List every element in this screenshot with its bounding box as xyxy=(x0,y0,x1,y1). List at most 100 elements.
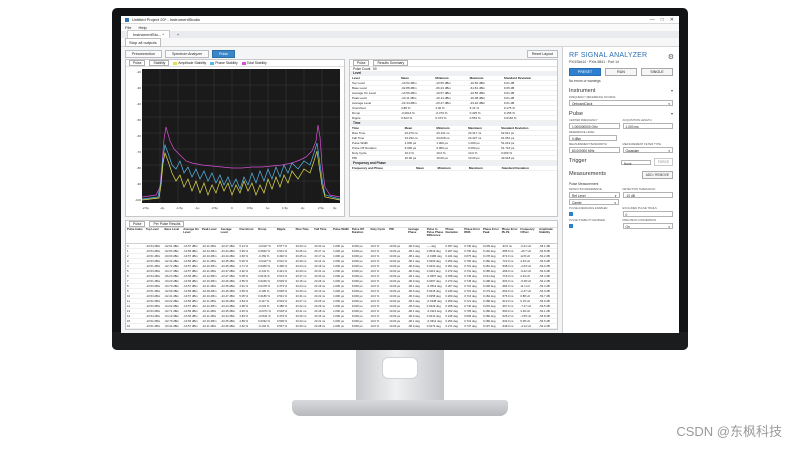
table-row[interactable]: 14 -10.54 dBm -64.12 dBm -10.56 dBm -10.11 d… xyxy=(126,313,557,319)
add-tab-icon[interactable]: + xyxy=(172,31,184,38)
pulse-stability-checkbox[interactable] xyxy=(569,224,573,228)
detection-threshold-input[interactable]: -10 dB xyxy=(622,192,673,198)
column-header[interactable]: Average On Level xyxy=(182,228,201,244)
status-text: No errors or warnings xyxy=(569,79,601,83)
table-cell: 8.02 Hz xyxy=(519,328,539,329)
column-header[interactable]: Top Level xyxy=(144,228,164,244)
acquisition-length-input[interactable]: 1.000 ms xyxy=(622,123,673,129)
stability-plot[interactable] xyxy=(142,69,340,203)
column-header[interactable]: Duty Cycle xyxy=(369,228,389,244)
table-row[interactable]: 5 -10.53 dBm -64.17 dBm -10.57 dBm -10.11 dB… xyxy=(126,268,557,274)
pulse-controls: Pulse Per Pulse Results xyxy=(126,221,557,228)
preset-button[interactable]: PRESET xyxy=(569,68,601,76)
column-header[interactable]: Pulse Off Duration xyxy=(350,228,370,244)
column-header[interactable]: Amplitude Stability xyxy=(538,228,557,244)
y-tick-label: -70 xyxy=(136,150,141,154)
column-header[interactable]: Frequency Offset xyxy=(519,228,539,244)
legend-phase-stability[interactable]: Phase Stability xyxy=(210,61,238,65)
minimize-icon[interactable]: — xyxy=(650,17,655,23)
field-label: Acquisition Length xyxy=(622,119,652,122)
table-row[interactable]: PRI 10.00 μs 10.00 μs 10.00 μs 43.018 ps xyxy=(350,155,557,162)
column-header[interactable]: Average Level xyxy=(219,228,239,244)
chevron-down-icon[interactable]: ▾ xyxy=(671,88,673,94)
column-header[interactable]: Pulse Index xyxy=(126,228,145,244)
y-tick-label: -90 xyxy=(136,182,141,186)
column-header[interactable]: Phase Error Pk-Pk xyxy=(500,228,520,244)
column-header[interactable]: Phase Error RMS xyxy=(463,228,482,244)
run-button[interactable]: RUN xyxy=(605,68,637,76)
results-summary-select[interactable]: Results Summary xyxy=(373,60,409,66)
column-header[interactable]: Phase Error Peak xyxy=(481,228,501,244)
table-row[interactable]: 2 -10.51 dBm -63.00 dBm -10.57 dBm -10.10 dB… xyxy=(126,253,557,259)
table-row[interactable]: 4 -10.51 dBm -62.72 dBm -10.57 dBm -10.10 dB… xyxy=(126,263,557,269)
table-row[interactable]: 9 -10.51 dBm -62.69 dBm -10.56 dBm -10.09 dB… xyxy=(126,288,557,294)
maximize-icon[interactable]: □ xyxy=(661,17,664,23)
column-header[interactable]: Fall Time xyxy=(313,228,333,244)
force-trigger-button[interactable]: FORCE xyxy=(653,158,673,166)
trigger-select[interactable]: None xyxy=(620,159,651,166)
column-header[interactable]: Ripple xyxy=(275,228,295,244)
table-row[interactable]: 0 -10.54 dBm -62.61 dBm -10.57 dBm -10.11 dB… xyxy=(126,243,557,249)
table-cell: 10.00 μs xyxy=(388,328,408,329)
pulse-trace-select[interactable]: Pulse xyxy=(129,221,146,227)
column-header: Frequency and Phase xyxy=(350,165,415,171)
column-header[interactable]: Rise Time xyxy=(294,228,314,244)
detection-reference-select[interactable]: Ref Level ▾ xyxy=(569,192,620,198)
column-header[interactable]: Pulse Width xyxy=(332,228,351,244)
legend-amplitude-stability[interactable]: Amplitude Stability xyxy=(173,61,206,65)
tab-preconnection[interactable]: Preconnection xyxy=(125,50,162,58)
table-row[interactable]: 12 -10.53 dBm -64.02 dBm -10.57 dBm -10.12 d… xyxy=(126,303,557,309)
table-row[interactable]: 17-10.54 dBm-62.98 dBm-10.56 dBm-10.12 d… xyxy=(126,328,557,329)
table-row[interactable]: 11 -10.52 dBm -63.22 dBm -10.56 dBm -10.11 d… xyxy=(126,298,557,304)
pulse-results-select[interactable]: Per Pulse Results xyxy=(149,221,185,227)
table-row[interactable]: 3 -10.53 dBm -62.44 dBm -10.56 dBm -10.11 dB… xyxy=(126,258,557,264)
instrument-section-header[interactable]: Instrument ▾ xyxy=(563,83,679,94)
field-value: 1.000 ms xyxy=(625,125,639,129)
graph-trace-select[interactable]: Pulse xyxy=(129,60,146,66)
gear-icon[interactable]: ⚙ xyxy=(668,53,674,61)
results-trace-select[interactable]: Pulse xyxy=(353,60,370,66)
measurement-bandwidth-input[interactable]: 80.000000 MHz xyxy=(569,147,620,153)
reset-layout-button[interactable]: Reset Layout xyxy=(526,50,558,58)
field-label: Pulse Averaging Enabled xyxy=(569,207,608,210)
single-button[interactable]: SINGLE xyxy=(641,68,673,76)
tab-spectrum-analyzer[interactable]: Spectrum Analyzer xyxy=(164,50,210,58)
graph-stability-select[interactable]: Stability xyxy=(149,60,170,66)
table-cell: -10.56 dBm xyxy=(182,328,201,329)
pulse-section-header[interactable]: Pulse ▾ xyxy=(563,106,679,117)
pulse-averaging-checkbox[interactable] xyxy=(569,212,573,216)
table-cell: PRI xyxy=(350,155,403,162)
add-remove-button[interactable]: ADD / REMOVE xyxy=(641,171,673,179)
field-value: Ref Level xyxy=(572,194,586,198)
column-header[interactable]: PRI xyxy=(388,228,408,244)
table-cell: 23.19 ns xyxy=(294,328,314,329)
table-row[interactable]: 1 -10.54 dBm -62.83 dBm -10.56 dBm -10.12 dB… xyxy=(126,248,557,254)
measurements-section-header[interactable]: Measurements ADD / REMOVE xyxy=(563,166,679,179)
column-header[interactable]: Phase Deviation xyxy=(444,228,464,244)
table-row[interactable]: 10 -10.54 dBm -62.41 dBm -10.57 dBm -10.10 d… xyxy=(126,293,557,299)
table-row[interactable]: 15 -10.52 dBm -62.79 dBm -10.56 dBm -10.10 d… xyxy=(126,318,557,324)
table-row[interactable]: Ripple 0.523 % 0.473 % 0.551 % 0.0152 % xyxy=(350,115,557,122)
table-row[interactable]: 6 -10.54 dBm -66.23 dBm -10.56 dBm -10.12 dB… xyxy=(126,273,557,279)
column-header[interactable]: Overshoot xyxy=(238,228,258,244)
precision-conversion-select[interactable]: On ▾ xyxy=(622,223,673,229)
trigger-section-header[interactable]: Trigger None FORCE xyxy=(563,153,679,166)
column-header[interactable]: Base Level xyxy=(163,228,183,244)
table-row[interactable]: 7 -10.51 dBm -63.20 dBm -10.56 dBm -10.10 dB… xyxy=(126,278,557,284)
y-tick-label: -100 xyxy=(134,198,141,202)
table-row[interactable]: 13 -10.53 dBm -62.71 dBm -10.56 dBm -10.11 d… xyxy=(126,308,557,314)
pulse-header-row: Pulse Index Top Level Base Level Average On… xyxy=(126,228,557,244)
stop-all-outputs-button[interactable]: Stop all outputs xyxy=(125,37,161,47)
column-header[interactable]: Average Phase xyxy=(407,228,426,244)
filter-type-select[interactable]: Gaussian ▾ xyxy=(622,147,673,153)
table-row[interactable]: 8 -10.53 dBm -63.79 dBm -10.57 dBm -10.11 dB… xyxy=(126,283,557,289)
column-header[interactable]: Peak Level xyxy=(200,228,220,244)
center-frequency-input[interactable]: 1.000000000 GHz xyxy=(569,123,620,129)
close-icon[interactable]: ✕ xyxy=(670,17,674,23)
legend-total-stability[interactable]: Total Stability xyxy=(241,61,267,65)
table-row[interactable]: 16 -10.51 dBm -63.44 dBm -10.57 dBm -10.11 d… xyxy=(126,323,557,329)
tab-pulse[interactable]: Pulse xyxy=(212,50,236,58)
column-header[interactable]: Pulse to Pulse Phase Difference xyxy=(425,228,445,244)
table-cell: 1.000 μs xyxy=(332,328,351,329)
column-header[interactable]: Droop xyxy=(257,228,276,244)
